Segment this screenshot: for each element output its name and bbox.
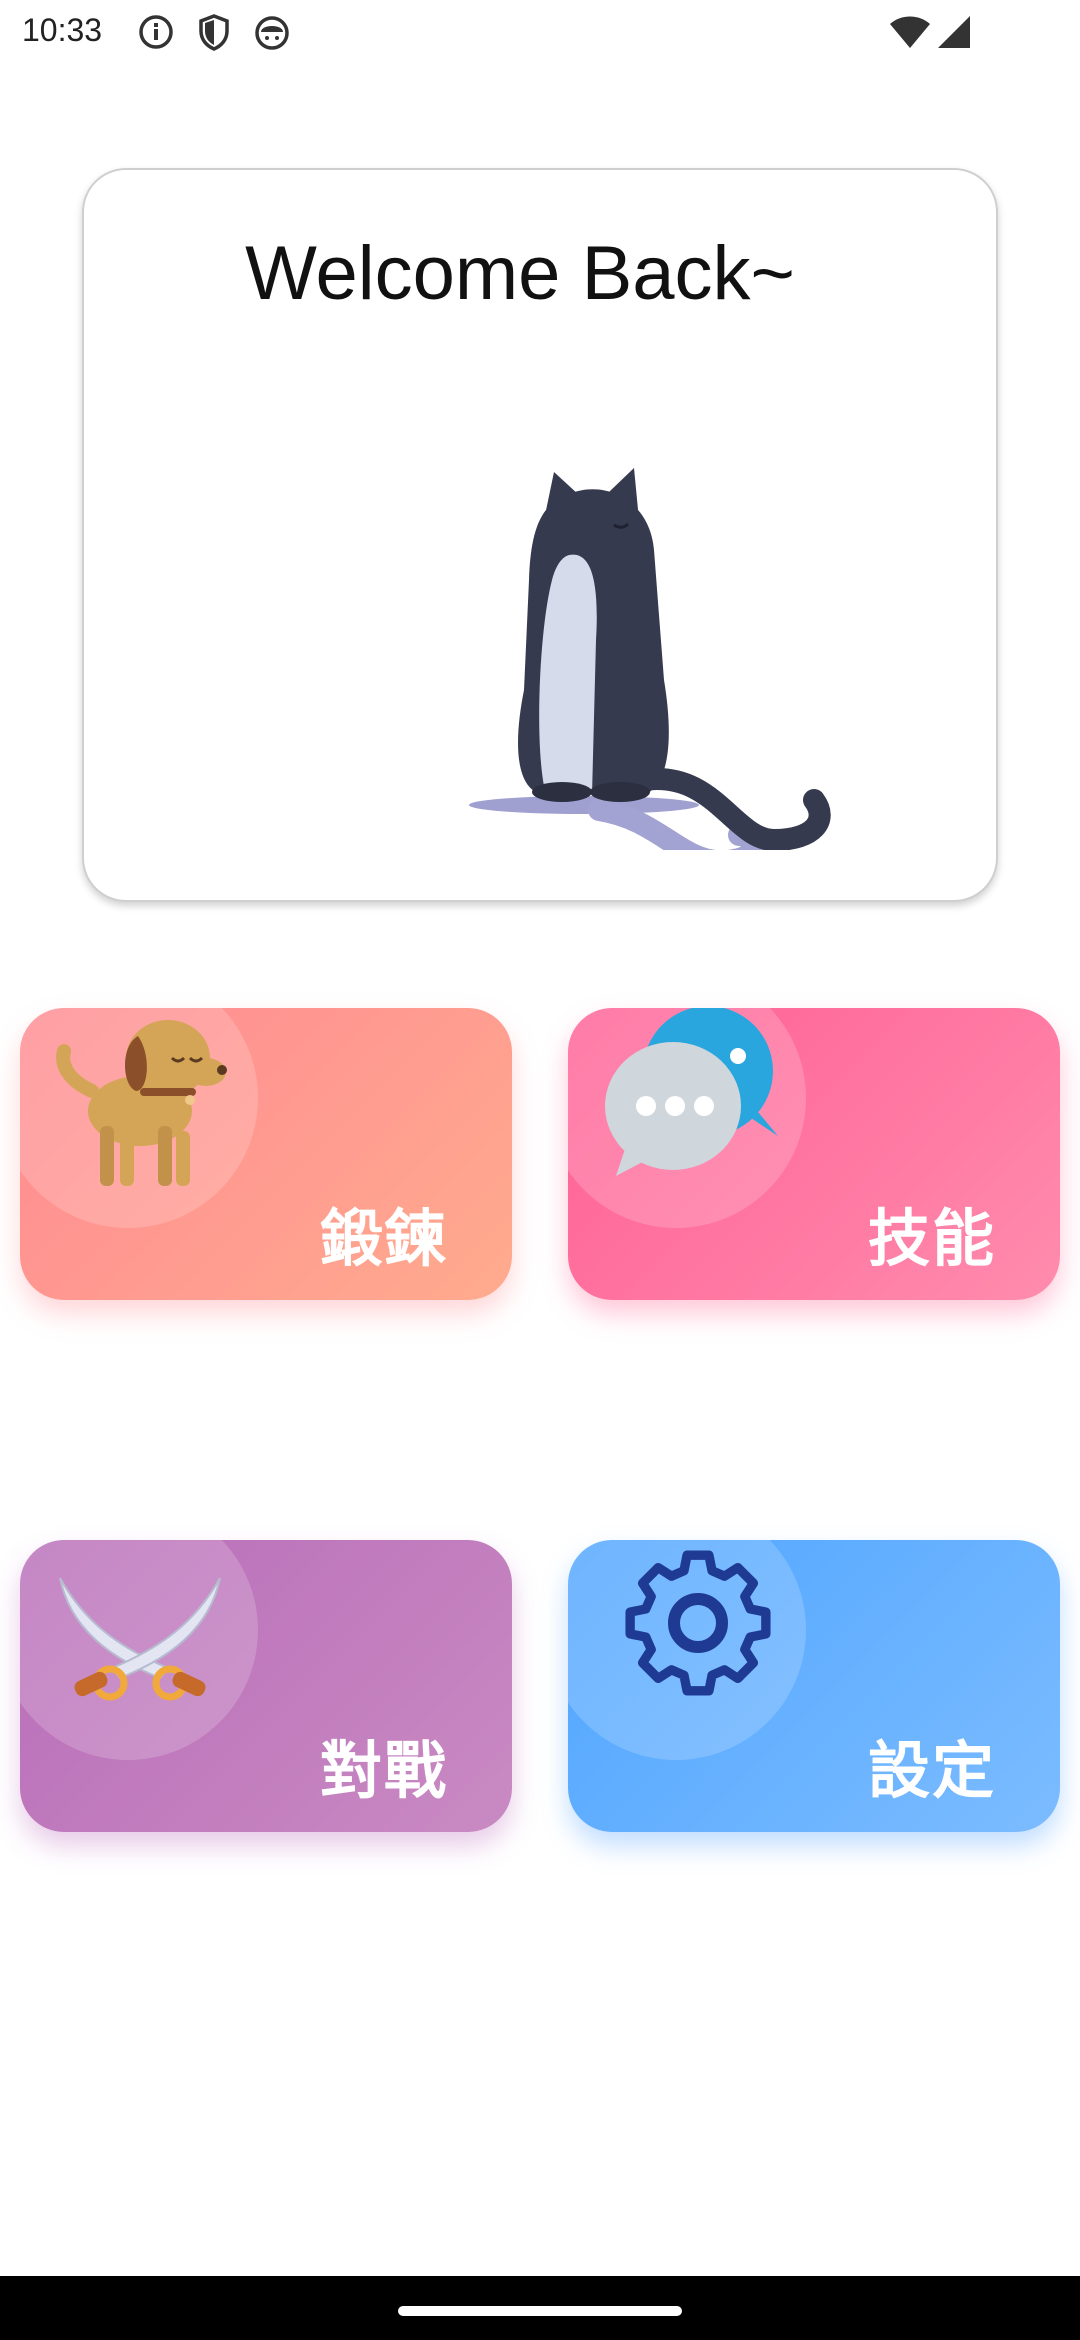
battle-button[interactable]: 對戰	[20, 1540, 512, 1832]
welcome-card: Welcome Back~	[82, 168, 998, 902]
shield-icon	[199, 14, 229, 51]
battle-label: 對戰	[319, 1734, 448, 1807]
settings-button[interactable]: 設定	[568, 1540, 1060, 1832]
settings-label: 設定	[867, 1734, 996, 1807]
signal-icon	[938, 16, 970, 48]
wifi-icon	[890, 16, 930, 48]
chat-bubbles-icon	[605, 1008, 778, 1176]
dog-icon	[56, 1020, 227, 1186]
skills-label: 技能	[867, 1202, 996, 1275]
welcome-title: Welcome Back~	[245, 231, 795, 316]
gear-icon	[625, 1550, 771, 1696]
skills-button[interactable]: 技能	[568, 1008, 1060, 1300]
navigation-bar	[0, 2276, 1080, 2340]
status-time: 10:33	[22, 12, 103, 48]
home-gesture-handle[interactable]	[398, 2306, 682, 2316]
training-button[interactable]: 鍛鍊	[20, 1008, 512, 1300]
cat-illustration	[469, 468, 831, 850]
android-icon	[255, 16, 289, 50]
status-bar: 10:33	[0, 0, 1080, 64]
training-label: 鍛鍊	[319, 1202, 448, 1275]
crossed-swords-icon	[59, 1577, 221, 1701]
info-icon	[139, 15, 173, 49]
